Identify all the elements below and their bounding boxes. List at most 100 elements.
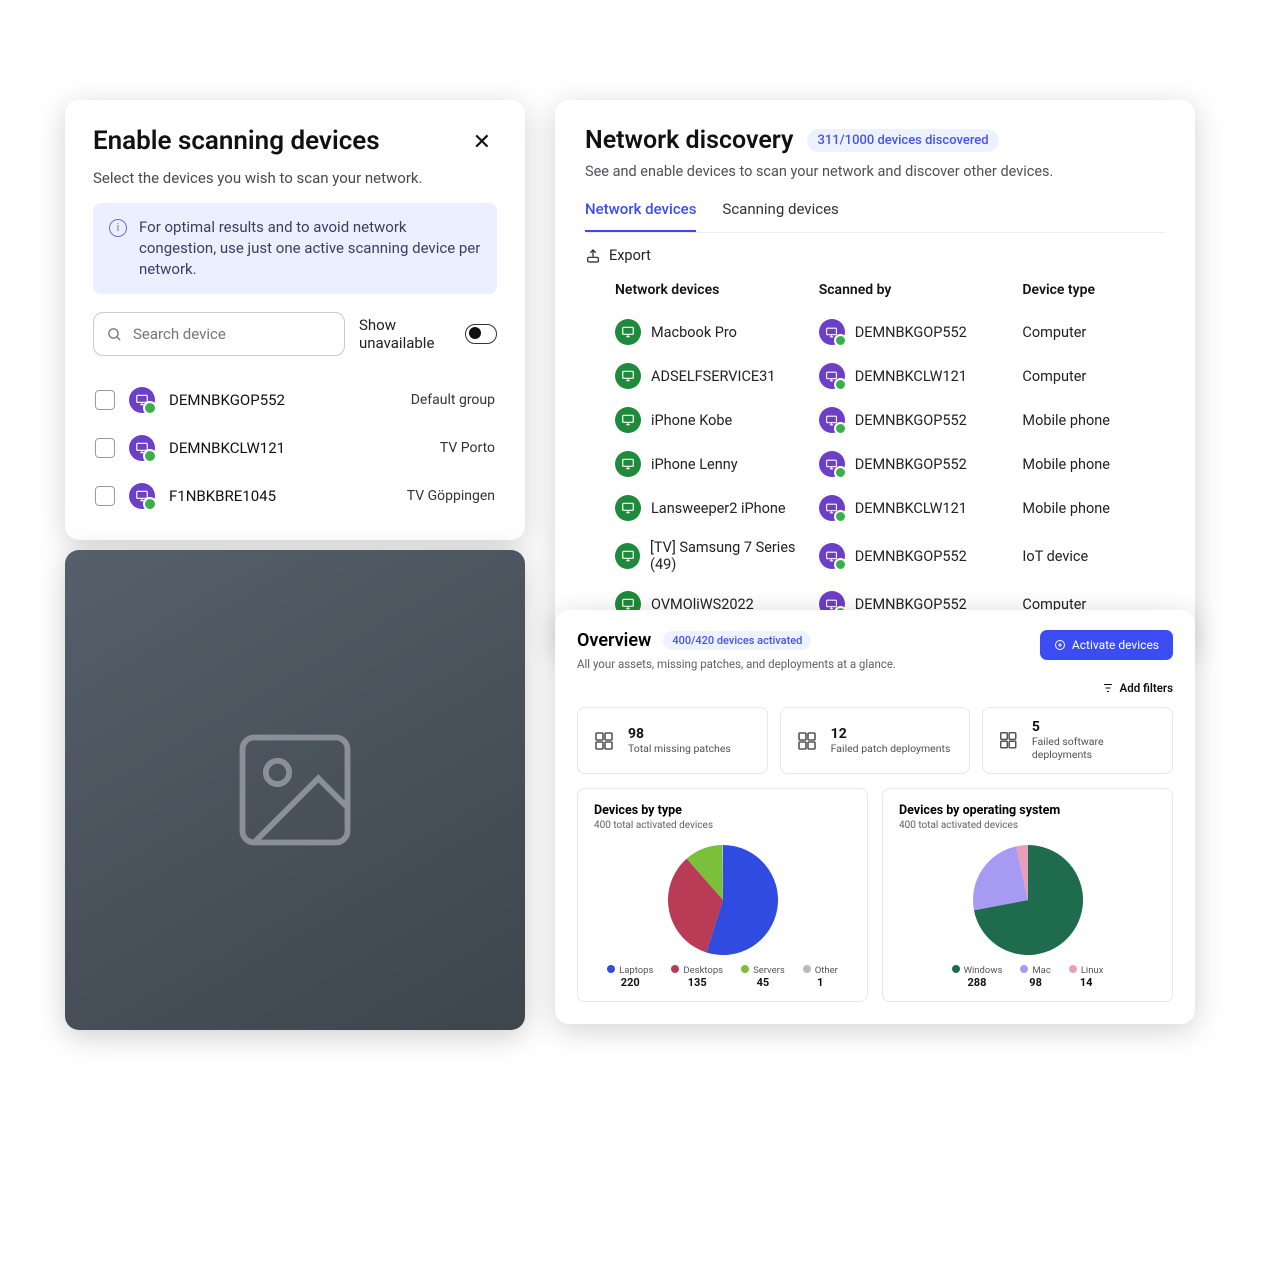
table-row: [TV] Samsung 7 Series (49)DEMNBKGOP552Io… (585, 530, 1165, 582)
stat-icon (592, 729, 616, 753)
plus-circle-icon (1054, 639, 1066, 651)
stat-number: 5 (1032, 720, 1158, 735)
device-name: DEMNBKCLW121 (169, 439, 285, 457)
stat-number: 98 (628, 727, 731, 742)
stat-label: Failed software deployments (1032, 735, 1158, 761)
overview-subtitle: All your assets, missing patches, and de… (577, 657, 896, 671)
network-device-name: Macbook Pro (651, 324, 737, 341)
overview-title: Overview (577, 630, 651, 651)
overview-panel: Overview 400/420 devices activated All y… (555, 610, 1195, 1024)
chart-title: Devices by operating system (899, 803, 1156, 818)
search-icon (106, 326, 123, 343)
legend-item: Linux14 (1069, 965, 1104, 989)
device-group: Default group (411, 392, 495, 408)
stat-icon (997, 729, 1020, 753)
show-unavailable-label: Show unavailable (359, 316, 455, 352)
network-device-icon (615, 543, 640, 569)
legend-item: Servers45 (741, 965, 785, 989)
hero-photo (65, 550, 525, 1030)
legend-item: Windows288 (952, 965, 1003, 989)
search-input[interactable] (133, 325, 332, 343)
device-type: Computer (1022, 368, 1165, 385)
device-type: Mobile phone (1022, 500, 1165, 517)
export-icon (585, 248, 601, 264)
col-scanned-by: Scanned by (819, 282, 1023, 298)
device-row: DEMNBKGOP552 Default group (93, 376, 497, 424)
scanner-icon (819, 363, 845, 389)
device-row: DEMNBKCLW121 TV Porto (93, 424, 497, 472)
info-banner: i For optimal results and to avoid netwo… (93, 203, 497, 294)
chart-title: Devices by type (594, 803, 851, 818)
network-device-name: Lansweeper2 iPhone (651, 500, 786, 517)
scanner-name: DEMNBKGOP552 (855, 412, 967, 429)
pie-chart (594, 845, 851, 955)
tab-network-devices[interactable]: Network devices (585, 200, 696, 232)
overview-badge: 400/420 devices activated (663, 631, 811, 650)
scanner-name: DEMNBKGOP552 (855, 324, 967, 341)
add-filters-label: Add filters (1120, 681, 1173, 695)
device-checkbox[interactable] (95, 390, 115, 410)
scanner-icon (819, 451, 845, 477)
network-device-name: [TV] Samsung 7 Series (49) (650, 539, 819, 573)
stat-box[interactable]: 5Failed software deployments (982, 707, 1173, 774)
info-icon: i (109, 219, 127, 237)
network-device-name: ADSELFSERVICE31 (651, 368, 775, 385)
device-icon (129, 435, 155, 461)
table-row: iPhone Lenny DEMNBKGOP552 Mobile phone (585, 442, 1165, 486)
scanner-name: DEMNBKGOP552 (855, 456, 967, 473)
tab-scanning-devices[interactable]: Scanning devices (722, 200, 838, 232)
stat-box[interactable]: 12Failed patch deployments (780, 707, 971, 774)
network-discovery-panel: Network discovery 311/1000 devices disco… (555, 100, 1195, 650)
legend-item: Laptops220 (607, 965, 653, 989)
device-group: TV Porto (440, 440, 495, 456)
table-row: ADSELFSERVICE31 DEMNBKCLW121 Computer (585, 354, 1165, 398)
device-name: F1NBKBRE1045 (169, 487, 276, 505)
stat-label: Total missing patches (628, 742, 731, 755)
network-device-icon (615, 495, 641, 521)
chart-subtitle: 400 total activated devices (594, 820, 851, 831)
info-text: For optimal results and to avoid network… (139, 217, 481, 280)
device-icon (129, 387, 155, 413)
device-name: DEMNBKGOP552 (169, 391, 285, 409)
stat-box[interactable]: 98Total missing patches (577, 707, 768, 774)
activate-devices-button[interactable]: Activate devices (1040, 630, 1173, 660)
search-input-wrap[interactable] (93, 312, 345, 356)
device-checkbox[interactable] (95, 486, 115, 506)
network-device-name: iPhone Lenny (651, 456, 738, 473)
legend-item: Other1 (803, 965, 838, 989)
network-device-icon (615, 451, 641, 477)
device-group: TV Göppingen (407, 488, 495, 504)
close-icon[interactable]: ✕ (467, 126, 497, 159)
table-row: iPhone Kobe DEMNBKGOP552 Mobile phone (585, 398, 1165, 442)
table-row: Macbook ProDEMNBKGOP552Computer (585, 310, 1165, 354)
stat-icon (795, 729, 819, 753)
discovery-subtitle: See and enable devices to scan your netw… (585, 163, 1165, 180)
device-type: Mobile phone (1022, 456, 1165, 473)
enable-scanning-panel: Enable scanning devices ✕ Select the dev… (65, 100, 525, 540)
network-device-name: iPhone Kobe (651, 412, 732, 429)
device-checkbox[interactable] (95, 438, 115, 458)
scanner-name: DEMNBKCLW121 (855, 368, 967, 385)
activate-label: Activate devices (1072, 638, 1159, 652)
chart-subtitle: 400 total activated devices (899, 820, 1156, 831)
device-row: F1NBKBRE1045 TV Göppingen (93, 472, 497, 520)
export-label: Export (609, 247, 651, 264)
network-device-icon (615, 363, 641, 389)
legend-item: Mac98 (1020, 965, 1050, 989)
col-network-devices: Network devices (615, 282, 819, 298)
device-type: Mobile phone (1022, 412, 1165, 429)
discovery-badge: 311/1000 devices discovered (807, 129, 998, 152)
device-icon (129, 483, 155, 509)
panel-title: Enable scanning devices (93, 126, 380, 156)
chart-box: Devices by operating system 400 total act… (882, 788, 1173, 1002)
export-button[interactable]: Export (585, 247, 1165, 264)
scanner-name: DEMNBKCLW121 (855, 500, 967, 517)
network-device-icon (615, 407, 641, 433)
scanner-icon (819, 407, 845, 433)
filter-icon (1102, 682, 1114, 694)
add-filters-button[interactable]: Add filters (577, 681, 1173, 695)
scanner-name: DEMNBKGOP552 (855, 548, 967, 565)
show-unavailable-toggle[interactable] (465, 324, 497, 344)
table-row: Lansweeper2 iPhone DEMNBKCLW121 Mobile pho… (585, 486, 1165, 530)
network-device-icon (615, 319, 641, 345)
